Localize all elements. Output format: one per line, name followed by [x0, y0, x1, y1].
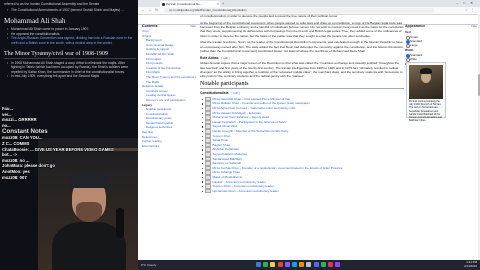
notes-bullet: In 1908 Mohammad Ali Shah staged a coup …	[7, 61, 136, 75]
taskbar-app-icon[interactable]	[256, 262, 261, 267]
taskbar-app-icon[interactable]	[335, 262, 341, 267]
taskbar-app-icon[interactable]	[277, 262, 283, 267]
back-icon[interactable]: ←	[141, 7, 145, 14]
toc-item[interactable]: The Minor Tyranny and the overthrow of M…	[142, 75, 196, 80]
stream-overlay-panel: referred to as the Iranian Constitutiona…	[0, 0, 138, 270]
toolbar-icons[interactable]: ☆⋮	[465, 7, 477, 14]
participant-link[interactable]: Mirza Nasrollah Khan – First elected Pri…	[213, 97, 291, 101]
participant-link[interactable]: Yeprem Khan – Armenian revolutionary lea…	[213, 184, 274, 188]
taskbar-app-icon[interactable]	[291, 262, 297, 267]
participant-link[interactable]: Mirza Kuchak Khan – Founder of a revolut…	[213, 166, 343, 170]
participant-link[interactable]: Sayed Jamal Vaez	[213, 125, 238, 129]
taskbar-app-icons	[256, 262, 342, 268]
section-heading-notable-participants: Notable participants	[200, 81, 404, 90]
edit-link[interactable]: [ edit ]	[232, 91, 240, 95]
participant-link[interactable]: Haykaz – Armenian revolutionary leader	[213, 180, 266, 184]
figure-caption: Portrait commemorating the July 1909 Tri…	[409, 100, 442, 123]
taskbar: 8°C Cloudy 1:24 PM 2/14/2024	[138, 260, 480, 270]
edit-link[interactable]: [ edit ]	[222, 56, 230, 60]
participant-link[interactable]: Heidar Amoghli – Member of the Social De…	[213, 129, 289, 133]
window-controls[interactable]: –□✕	[456, 0, 478, 7]
participant-link[interactable]: Ali Akbar Dehkhoda	[213, 148, 239, 152]
appearance-hide-link[interactable]: hide	[471, 24, 477, 29]
notes-heading-minor-tyranny: The Minor Tyranny/civil war of 1908-1909	[4, 51, 136, 59]
taskbar-app-icon[interactable]	[327, 262, 333, 267]
toc-hide-link[interactable]: hide	[190, 24, 196, 29]
participant-link[interactable]: Hovhannes Khan – Armenian revolutionary …	[213, 189, 279, 193]
notes-bullet: The Constitutional Amendments of 1907 (t…	[7, 8, 136, 13]
participant-link[interactable]: Samsam os-Saltaneh	[213, 161, 242, 165]
participant-link[interactable]: Hasan Taqizadeh – Participated in the de…	[213, 120, 287, 124]
participant-link[interactable]: Sardar Asad Bakhtiari	[213, 157, 242, 161]
notes-bullet: The Anglo-Russian Convention was signed,…	[7, 36, 136, 45]
clock-date: 2/14/2024	[464, 263, 477, 268]
participant-link[interactable]: Seyyed Hassan Modarres	[213, 152, 248, 156]
participant-link[interactable]: Yeprem Khan	[213, 134, 231, 138]
toc-item[interactable]: External links	[142, 144, 196, 149]
portrait-image[interactable]	[409, 65, 443, 99]
taskbar-app-icon[interactable]	[320, 262, 326, 267]
taskbar-app-icon[interactable]	[306, 262, 312, 267]
notes-paragraph: referred to as the Iranian Constitutiona…	[4, 2, 100, 6]
weather-widget[interactable]: 8°C Cloudy	[141, 260, 156, 270]
taskbar-app-icon[interactable]	[299, 262, 305, 267]
appearance-radio-option[interactable]: Wide	[405, 57, 477, 63]
participant-link[interactable]: Sattar Khan	[213, 138, 229, 142]
article-paragraph: Abbas Amanat argues that a major lesson …	[200, 61, 403, 79]
article-paragraph: After the Iranian revolution, Nouri, as …	[200, 40, 404, 54]
tab-bar: Persian Constitutional Re... ✕ + –□✕	[138, 0, 480, 7]
taskbar-app-icon[interactable]	[313, 262, 319, 267]
tab-title: Persian Constitutional Re...	[166, 2, 203, 6]
participant-link[interactable]: Mirza Jahangir Khan	[213, 170, 241, 174]
participants-list: Mirza Nasrollah Khan – First elected Pri…	[200, 96, 404, 194]
notes-document: referred to as the Iranian Constitutiona…	[2, 2, 136, 79]
article-content: of constitutionalism in order to deceive…	[200, 14, 404, 260]
notes-heading-mohammad-ali-shah: Mohammad Ali Shah	[4, 17, 66, 26]
chat-overlay: Fau... ver... mozzi... GRRRRR no... Cons…	[2, 106, 114, 180]
participant-link[interactable]: Mohammad Vaez Esfahani – Deputy Head	[213, 115, 270, 119]
participant-link[interactable]: Mirza Hassan Rushdiyeh – Educator	[213, 111, 262, 115]
taskbar-app-icon[interactable]	[270, 262, 276, 267]
flag-icon	[205, 188, 211, 194]
participant-link[interactable]: Bagher Khan	[213, 143, 231, 147]
forward-icon[interactable]: →	[148, 7, 152, 14]
participant-link[interactable]: Mirza Agha Khan Kermani – Nationalist wr…	[213, 106, 296, 110]
participant-link[interactable]: Mirza Malkam Khan – Founder and editor o…	[213, 102, 310, 106]
appearance-radio-option[interactable]: Large	[405, 43, 477, 49]
table-of-contents: Contents hide (Top) Origins Background Gove…	[142, 24, 196, 148]
section-subheading: Role Abbas[ edit ]	[200, 55, 230, 60]
participant-item: Hovhannes Khan – Armenian revolutionary …	[200, 188, 404, 194]
taskbar-app-icon[interactable]	[284, 262, 290, 267]
system-tray-clock[interactable]: 1:24 PM 2/14/2024	[464, 260, 477, 269]
article-paragraph: of constitutionalism in order to deceive…	[200, 14, 339, 18]
participant-link[interactable]: Malek ol-Motakallemin	[213, 175, 243, 179]
section-subheading: Constitutionalists[ edit ]	[200, 91, 240, 96]
article-paragraph: At the beginning of the constitutional m…	[200, 20, 404, 38]
wikipedia-favicon-icon	[161, 2, 165, 6]
portrait-figure[interactable]: Portrait commemorating the July 1909 Tri…	[406, 62, 446, 122]
address-bar[interactable]: en.m.wikipedia.org/wiki/Persian_Constitu…	[164, 8, 434, 13]
new-tab-icon[interactable]: +	[222, 0, 224, 7]
chat-message: mozz08: 007	[2, 174, 27, 180]
reload-icon[interactable]: ↻	[155, 7, 158, 14]
browser-window: Persian Constitutional Re... ✕ + –□✕ ← →…	[138, 0, 480, 260]
notes-bullet: In mid-July 1909, everything fell apart …	[7, 74, 136, 79]
taskbar-app-icon[interactable]	[263, 262, 269, 267]
appearance-title: Appearance	[405, 24, 426, 28]
